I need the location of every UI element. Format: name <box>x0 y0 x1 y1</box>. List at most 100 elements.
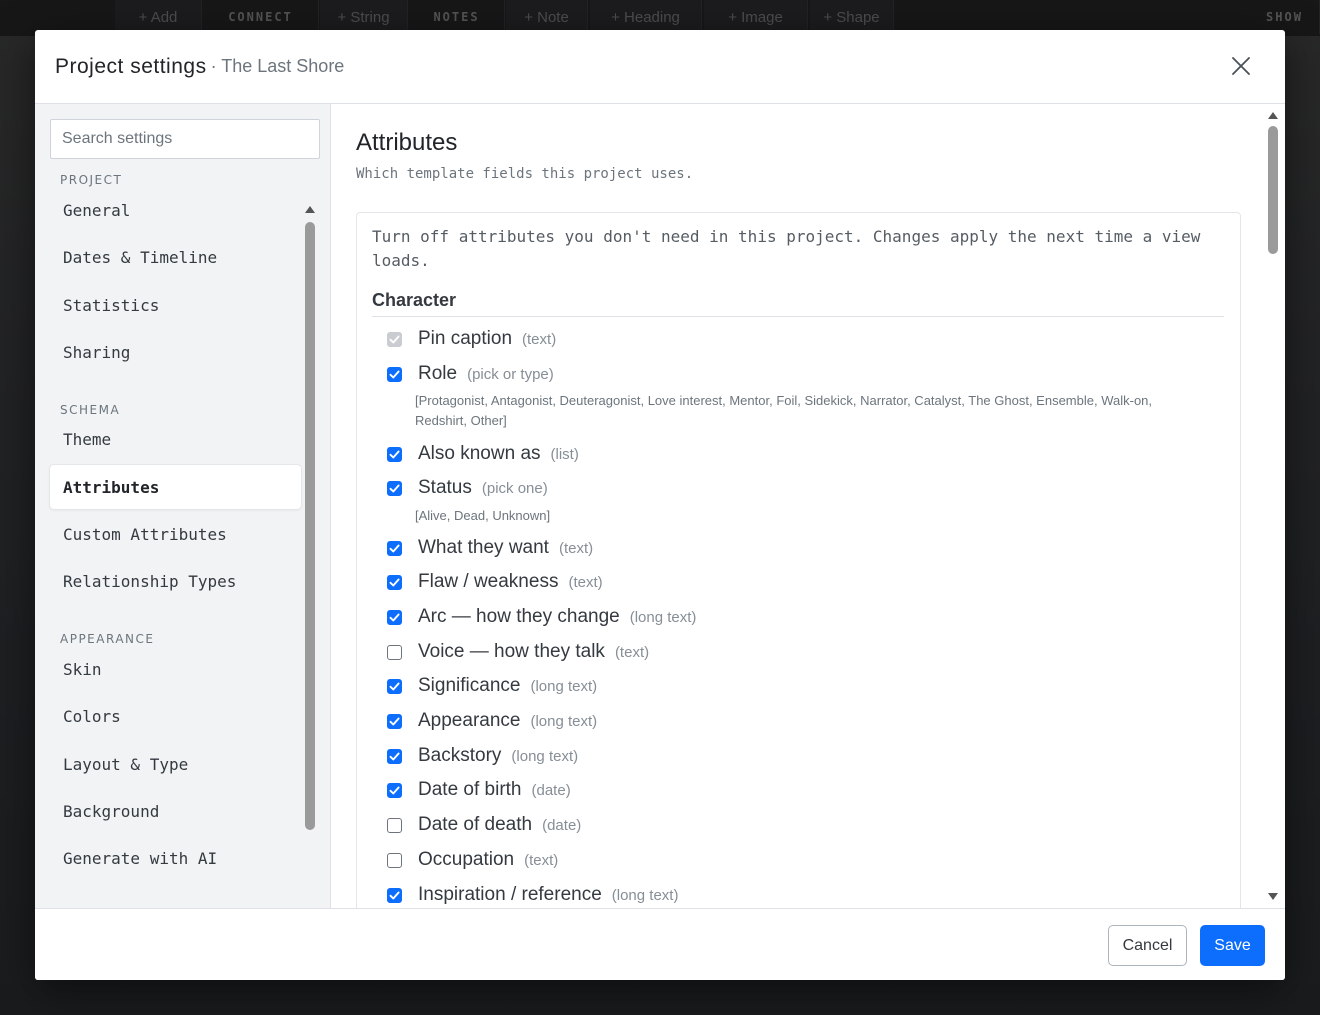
nav-item-attributes[interactable]: Attributes <box>50 465 301 509</box>
cancel-button[interactable]: Cancel <box>1108 925 1187 966</box>
attribute-name[interactable]: Arc — how they change <box>418 606 620 628</box>
attribute-checkbox[interactable] <box>387 713 402 729</box>
attribute-name[interactable]: Pin caption <box>418 328 512 350</box>
attribute-type: (pick one) <box>481 479 548 497</box>
attribute-type: (text) <box>558 539 594 557</box>
attribute-row[interactable]: Also known as (list) <box>387 439 579 469</box>
attribute-options: [Protagonist, Antagonist, Deuteragonist,… <box>415 393 1153 428</box>
modal-footer: Cancel Save <box>35 908 1285 980</box>
attribute-row[interactable]: Backstory (long text) <box>387 741 578 771</box>
attribute-name[interactable]: Status <box>418 477 472 499</box>
section-title: Attributes <box>356 129 458 156</box>
nav-item-custom-attributes[interactable]: Custom Attributes <box>50 512 301 556</box>
attribute-type: (date) <box>531 781 571 799</box>
attribute-checkbox[interactable] <box>387 480 402 496</box>
attribute-name[interactable]: Voice — how they talk <box>418 641 605 663</box>
nav-item-statistics[interactable]: Statistics <box>50 283 301 327</box>
modal-title: Project settings <box>55 54 207 78</box>
attribute-checkbox <box>387 331 402 347</box>
nav-item-general[interactable]: General <box>50 188 301 232</box>
attribute-checkbox[interactable] <box>387 852 402 868</box>
attribute-row[interactable]: Status (pick one) <box>387 473 548 503</box>
attribute-type: (long text) <box>629 608 697 626</box>
attribute-name[interactable]: Also known as <box>418 443 541 465</box>
attribute-name[interactable]: Inspiration / reference <box>418 884 602 906</box>
nav-item-theme[interactable]: Theme <box>50 417 301 461</box>
content-scroll-up-arrow-icon[interactable] <box>1268 112 1278 119</box>
settings-sidebar: PROJECT General Dates & Timeline Statist… <box>35 104 331 915</box>
attribute-row[interactable]: Voice — how they talk (text) <box>387 637 649 667</box>
nav-section-project: PROJECT <box>60 173 123 187</box>
attribute-checkbox[interactable] <box>387 540 402 556</box>
modal-subtitle: · The Last Shore <box>210 56 345 76</box>
attribute-checkbox[interactable] <box>387 366 402 382</box>
attribute-type: (text) <box>524 851 559 869</box>
attribute-name[interactable]: Flaw / weakness <box>418 571 558 593</box>
group-title-character: Character <box>372 290 1224 317</box>
scroll-up-arrow-icon[interactable] <box>305 206 315 213</box>
attribute-type: (date) <box>542 816 582 834</box>
attribute-type: (text) <box>568 573 603 591</box>
search-settings-input[interactable] <box>50 119 320 159</box>
attribute-name[interactable]: What they want <box>418 537 549 559</box>
save-button[interactable]: Save <box>1200 925 1265 966</box>
attribute-checkbox[interactable] <box>387 644 402 660</box>
nav-item-layout-type[interactable]: Layout & Type <box>50 742 301 786</box>
attribute-name[interactable]: Backstory <box>418 745 501 767</box>
attribute-name[interactable]: Date of birth <box>418 779 522 801</box>
attributes-card: Turn off attributes you don't need in th… <box>356 212 1241 908</box>
nav-section-appearance: APPEARANCE <box>60 632 155 646</box>
attribute-row[interactable]: Appearance (long text) <box>387 706 597 736</box>
close-icon[interactable] <box>1227 52 1255 80</box>
attribute-row[interactable]: Pin caption (text) <box>387 324 556 354</box>
attribute-row[interactable]: Arc — how they change (long text) <box>387 602 696 632</box>
attribute-type: (text) <box>614 643 650 661</box>
attribute-checkbox[interactable] <box>387 782 402 798</box>
attribute-checkbox[interactable] <box>387 748 402 764</box>
nav-item-dates-timeline[interactable]: Dates & Timeline <box>50 235 301 279</box>
attribute-row[interactable]: What they want (text) <box>387 533 593 563</box>
nav-item-colors[interactable]: Colors <box>50 694 301 738</box>
attribute-checkbox[interactable] <box>387 887 402 903</box>
attribute-row[interactable]: Flaw / weakness (text) <box>387 567 603 597</box>
attribute-row[interactable]: Role (pick or type) <box>387 359 554 389</box>
attribute-name[interactable]: Role <box>418 363 457 385</box>
attribute-row[interactable]: Inspiration / reference (long text) <box>387 880 678 908</box>
attribute-checkbox[interactable] <box>387 817 402 833</box>
attribute-row[interactable]: Date of death (date) <box>387 810 581 840</box>
attribute-row[interactable]: Date of birth (date) <box>387 775 571 805</box>
attribute-name[interactable]: Occupation <box>418 849 514 871</box>
attribute-type: (long text) <box>611 886 679 904</box>
attribute-type: (long text) <box>530 677 598 695</box>
attribute-type: (pick or type) <box>467 365 554 383</box>
attribute-checkbox[interactable] <box>387 678 402 694</box>
attribute-row[interactable]: Significance (long text) <box>387 671 597 701</box>
content-scrollbar-thumb[interactable] <box>1268 126 1278 254</box>
attribute-options: [Alive, Dead, Unknown] <box>415 508 551 523</box>
attribute-type: (list) <box>550 445 579 463</box>
sidebar-scrollbar-thumb[interactable] <box>305 222 315 830</box>
attribute-type: (long text) <box>511 747 579 765</box>
attribute-name[interactable]: Significance <box>418 675 520 697</box>
section-description: Which template fields this project uses. <box>356 166 694 182</box>
attribute-type: (long text) <box>530 712 598 730</box>
attributes-note: Turn off attributes you don't need in th… <box>372 227 1201 270</box>
nav-item-generate-with-ai[interactable]: Generate with AI <box>50 836 301 880</box>
attribute-checkbox[interactable] <box>387 609 402 625</box>
attribute-row[interactable]: Occupation (text) <box>387 845 558 875</box>
settings-content: Attributes Which template fields this pr… <box>332 104 1285 908</box>
nav-item-background[interactable]: Background <box>50 789 301 833</box>
attribute-checkbox[interactable] <box>387 446 402 462</box>
attribute-checkbox[interactable] <box>387 574 402 590</box>
project-settings-dialog: Project settings · The Last Shore PROJEC… <box>35 30 1285 980</box>
settings-nav: PROJECT General Dates & Timeline Statist… <box>50 168 301 898</box>
attribute-type: (text) <box>522 330 557 348</box>
attribute-name[interactable]: Appearance <box>418 710 520 732</box>
attribute-name[interactable]: Date of death <box>418 814 532 836</box>
nav-section-schema: SCHEMA <box>60 403 121 417</box>
modal-header: Project settings · The Last Shore <box>35 30 1285 104</box>
content-scroll-down-arrow-icon[interactable] <box>1268 893 1278 900</box>
nav-item-sharing[interactable]: Sharing <box>50 330 301 374</box>
nav-item-relationship-types[interactable]: Relationship Types <box>50 559 301 603</box>
nav-item-skin[interactable]: Skin <box>50 647 301 691</box>
